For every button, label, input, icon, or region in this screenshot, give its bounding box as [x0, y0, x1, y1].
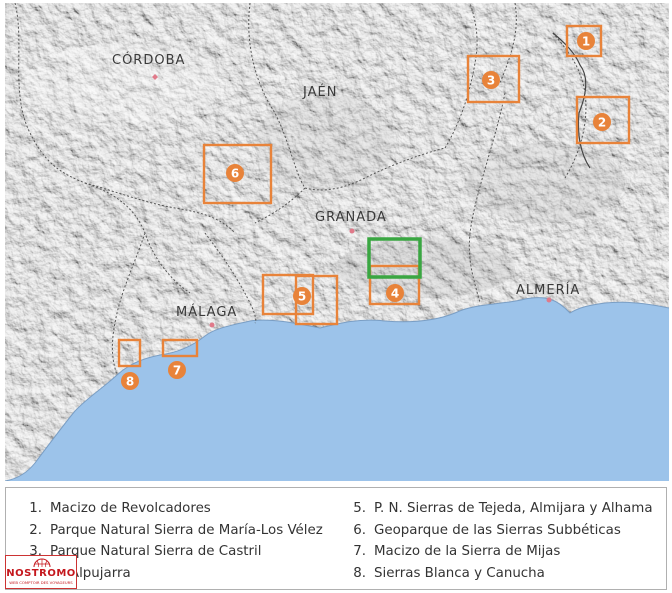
legend: 1. Macizo de Revolcadores 2. Parque Natura… — [5, 487, 667, 590]
legend-item: 2. Parque Natural Sierra de María-Los Vél… — [29, 522, 323, 538]
legend-item: 7. Macizo de la Sierra de Mijas — [353, 544, 561, 559]
logo-brand: NOSTROMO — [6, 568, 76, 579]
nostromo-logo: NOSTROMO WEB COMPTOIR DES VOYAGEURS — [5, 555, 77, 589]
legend-item: 8. Sierras Blanca y Canucha — [353, 565, 545, 581]
legend-column-right: 5. P. N. Sierras de Tejeda, Almijara y Al… — [346, 498, 653, 584]
logo-tagline: WEB COMPTOIR DES VOYAGEURS — [9, 580, 73, 585]
legend-item: 6. Geoparque de las Sierras Subbéticas — [353, 522, 621, 538]
globe-icon — [33, 558, 51, 568]
legend-item: 1. Macizo de Revolcadores — [29, 501, 211, 516]
andalusia-map — [5, 3, 669, 481]
legend-item: 5. P. N. Sierras de Tejeda, Almijara y Al… — [353, 501, 653, 516]
